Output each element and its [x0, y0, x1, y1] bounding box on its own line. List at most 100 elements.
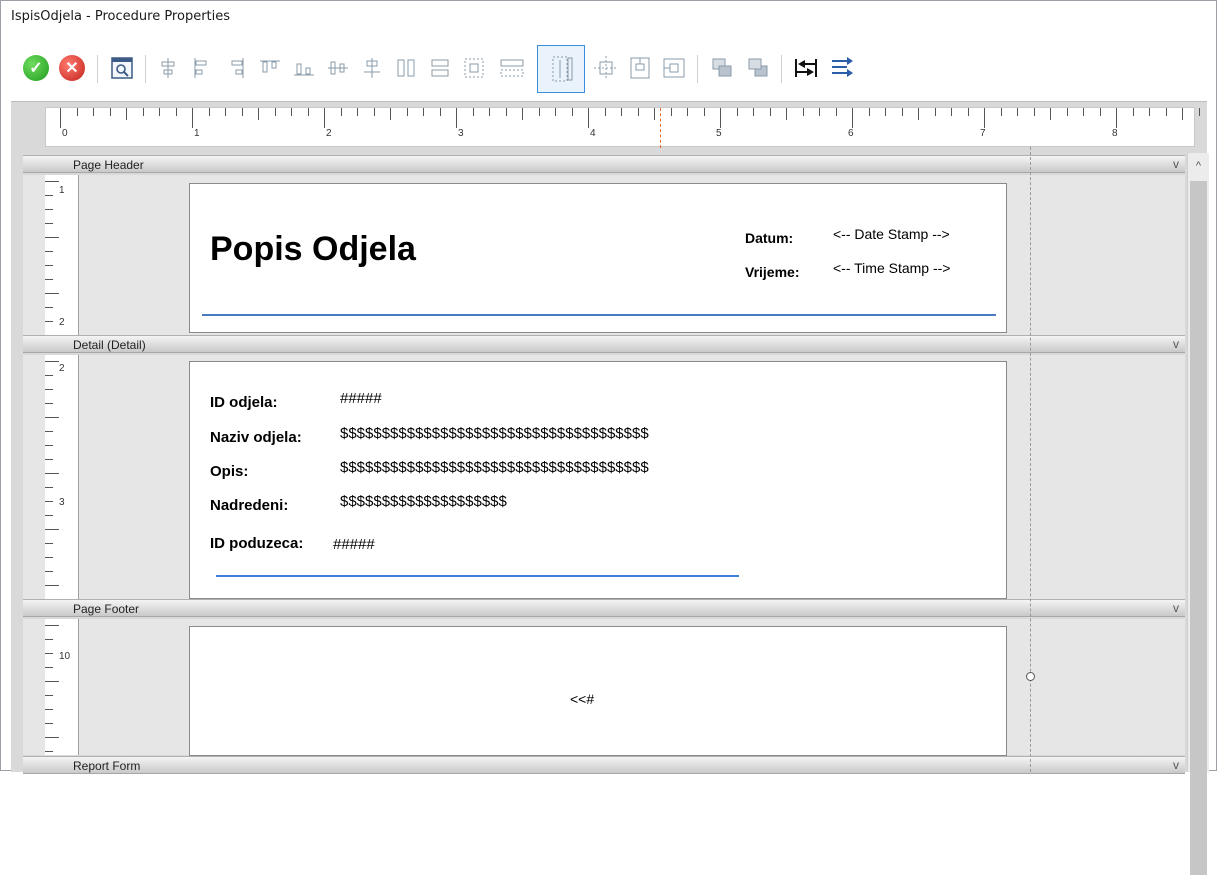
field-label-opis[interactable]: Opis: [210, 463, 248, 480]
ruler-label: 3 [458, 128, 464, 139]
ok-button[interactable]: ✓ [21, 53, 51, 83]
size-to-grid-button[interactable] [459, 53, 489, 83]
ruler-tick [835, 108, 837, 116]
band-header-report-form[interactable]: Report Form v [23, 756, 1185, 774]
center-in-band-button[interactable] [591, 53, 621, 83]
center-horizontal-button[interactable] [659, 53, 689, 83]
band-header-page-footer[interactable]: Page Footer v [23, 599, 1185, 617]
horizontal-ruler: 0 1 2 3 4 5 6 7 8 [45, 107, 1200, 148]
ruler-tick [670, 108, 672, 116]
send-to-back-icon [748, 58, 768, 77]
ruler-tick [654, 108, 655, 120]
cancel-button[interactable]: ✕ [57, 53, 87, 83]
vruler-tick [45, 501, 53, 502]
vruler-tick [45, 279, 53, 280]
ruler-tick [720, 108, 721, 128]
ruler-tick [951, 108, 952, 116]
space-horizontal-button[interactable] [497, 53, 527, 83]
ruler-tick [736, 108, 738, 116]
align-middle-button[interactable] [323, 53, 353, 83]
send-to-back-button[interactable] [743, 53, 773, 83]
field-value-opis[interactable]: $$$$$$$$$$$$$$$$$$$$$$$$$$$$$$$$$$$$$ [340, 459, 649, 476]
ruler-tick [769, 108, 771, 116]
field-value-nadredeni[interactable]: $$$$$$$$$$$$$$$$$$$$ [340, 493, 507, 510]
band-label: Detail (Detail) [73, 338, 146, 352]
ruler-cursor-guide [660, 108, 661, 148]
make-same-height-button[interactable] [425, 53, 455, 83]
tab-order-button[interactable] [791, 53, 821, 83]
band-label: Page Header [73, 158, 144, 172]
vruler-tick [45, 445, 53, 446]
scroll-up-arrow-icon[interactable]: ^ [1188, 153, 1209, 179]
ruler-tick [142, 108, 144, 116]
center-vertical-button[interactable] [625, 53, 655, 83]
ruler-tick [868, 108, 870, 116]
ruler-tick [1083, 108, 1084, 116]
ok-icon: ✓ [23, 55, 49, 81]
chevron-down-icon[interactable]: v [1173, 601, 1179, 615]
vruler-label: 10 [59, 651, 71, 662]
vruler-tick [45, 431, 53, 432]
field-label-nadredeni[interactable]: Nadredeni: [210, 497, 288, 514]
field-value-naziv-odjela[interactable]: $$$$$$$$$$$$$$$$$$$$$$$$$$$$$$$$$$$$$ [340, 425, 649, 442]
space-vertical-button[interactable] [537, 45, 585, 93]
report-title[interactable]: Popis Odjela [210, 230, 416, 269]
align-top-button[interactable] [255, 53, 285, 83]
ruler-tick [439, 108, 441, 116]
ruler-tick [357, 108, 358, 116]
field-label-id-odjela[interactable]: ID odjela: [210, 394, 278, 411]
align-bottom-button[interactable] [289, 53, 319, 83]
make-same-width-button[interactable] [391, 53, 421, 83]
vruler-tick [45, 293, 59, 294]
field-label-id-poduzeca[interactable]: ID poduzeca: [210, 535, 303, 552]
ruler-tick [406, 108, 408, 116]
bring-to-front-button[interactable] [707, 53, 737, 83]
band-header-detail[interactable]: Detail (Detail) v [23, 335, 1185, 353]
center-horizontally-button[interactable] [357, 53, 387, 83]
align-left-button[interactable] [187, 53, 217, 83]
ruler-label: 0 [62, 128, 68, 139]
margin-drag-handle[interactable] [1026, 672, 1035, 681]
wrap-button[interactable] [827, 53, 857, 83]
ruler-tick [637, 108, 639, 116]
vruler-tick [45, 639, 53, 640]
align-right-button[interactable] [221, 53, 251, 83]
field-label-naziv-odjela[interactable]: Naziv odjela: [210, 429, 302, 446]
make-same-height-icon [431, 59, 449, 77]
vruler-tick [45, 307, 53, 308]
header-divider-line[interactable] [202, 314, 996, 316]
vertical-scrollbar[interactable]: ^ [1187, 153, 1209, 875]
align-center-button[interactable] [153, 53, 183, 83]
time-label[interactable]: Vrijeme: [745, 264, 799, 280]
ruler-tick [505, 108, 507, 116]
detail-divider-line[interactable] [216, 575, 739, 577]
chevron-down-icon[interactable]: v [1173, 157, 1179, 171]
date-label[interactable]: Datum: [745, 230, 793, 246]
date-stamp-field[interactable]: <-- Date Stamp --> [833, 226, 950, 242]
vruler-tick [45, 321, 53, 322]
band-header-page-header[interactable]: Page Header v [23, 155, 1185, 173]
ruler-tick [1132, 108, 1134, 116]
page-number-field[interactable]: <<# [570, 691, 594, 707]
preview-button[interactable] [107, 53, 137, 83]
ruler-tick [291, 108, 292, 116]
vruler-label: 2 [59, 317, 65, 328]
vruler-tick [45, 751, 53, 752]
ruler-tick [423, 108, 424, 116]
ruler-tick [1000, 108, 1002, 116]
vruler-tick [45, 667, 53, 668]
field-value-id-odjela[interactable]: ##### [340, 390, 382, 407]
ruler-label: 2 [326, 128, 332, 139]
field-value-id-poduzeca[interactable]: ##### [333, 536, 375, 553]
ruler-tick [918, 108, 919, 120]
ruler-tick [93, 108, 94, 116]
chevron-down-icon[interactable]: v [1173, 337, 1179, 351]
time-stamp-field[interactable]: <-- Time Stamp --> [833, 260, 950, 276]
ruler-tick [1149, 108, 1150, 116]
ruler-tick [159, 108, 160, 116]
align-top-icon [260, 60, 280, 73]
vruler-tick [45, 223, 53, 224]
chevron-down-icon[interactable]: v [1173, 758, 1179, 772]
ruler-tick [76, 108, 78, 116]
toolbar: ✓ ✕ [21, 45, 1201, 95]
